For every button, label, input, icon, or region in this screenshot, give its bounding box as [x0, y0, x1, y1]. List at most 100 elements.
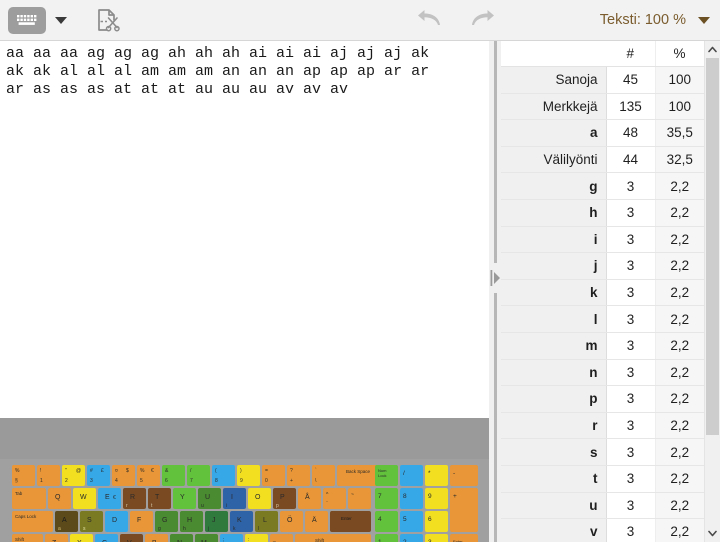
document-scissors-icon	[98, 9, 120, 32]
table-body: Sanoja 45 100 Merkkejä 135 100 a 48 35,5 Välilyön…	[501, 66, 704, 542]
table-row[interactable]: a 48 35,5	[501, 119, 704, 147]
table-row[interactable]: r 3 2,2	[501, 412, 704, 440]
row-percent: 2,2	[655, 332, 704, 360]
row-label: t	[501, 465, 607, 493]
keyboard-dropdown-arrow[interactable]	[55, 16, 67, 24]
svg-text:@: @	[76, 468, 81, 474]
table-row[interactable]: p 3 2,2	[501, 385, 704, 413]
triangle-right-icon	[490, 270, 500, 286]
svg-text:~: ~	[351, 492, 354, 498]
column-header-percent[interactable]: %	[655, 41, 705, 67]
svg-text:3: 3	[90, 478, 93, 484]
clip-text-button[interactable]	[91, 3, 125, 37]
svg-text:S: S	[87, 517, 92, 524]
svg-text:9: 9	[428, 493, 432, 500]
pane-splitter[interactable]	[489, 41, 501, 542]
statistics-pane: # % Sanoja 45 100 Merkkejä 135 100 a 48 35,5 Väli…	[501, 41, 720, 542]
table-row[interactable]: m 3 2,2	[501, 332, 704, 360]
svg-text:7: 7	[378, 493, 382, 500]
scrollbar-thumb[interactable]	[706, 58, 719, 435]
svg-text:7: 7	[190, 478, 193, 484]
scrollbar-up-button[interactable]	[705, 41, 720, 58]
row-percent: 2,2	[655, 226, 704, 254]
row-count: 3	[606, 252, 656, 280]
row-percent: 2,2	[655, 438, 704, 466]
keyboard-heatmap-svg: %§ !1 " @2 # £3 ¤ $4 % €5 &6 /7 (8)9 =0…	[0, 459, 489, 542]
text-zoom-dropdown-arrow[interactable]	[698, 16, 710, 24]
table-row[interactable]: g 3 2,2	[501, 172, 704, 200]
table-row[interactable]: t 3 2,2	[501, 465, 704, 493]
svg-text:Enter: Enter	[341, 516, 352, 521]
row-count: 135	[606, 93, 656, 121]
scrollbar-down-button[interactable]	[705, 525, 720, 542]
svg-text:": "	[65, 468, 67, 474]
row-count: 3	[606, 332, 656, 360]
svg-text:£: £	[101, 468, 104, 474]
statistics-scrollbar[interactable]	[704, 41, 720, 542]
svg-text:E: E	[105, 494, 110, 501]
undo-button[interactable]	[413, 4, 447, 34]
table-header: # %	[501, 41, 705, 67]
text-zoom-label[interactable]: Teksti: 100 %	[600, 12, 686, 28]
row-percent: 2,2	[655, 252, 704, 280]
table-row[interactable]: s 3 2,2	[501, 438, 704, 466]
row-count: 3	[606, 359, 656, 387]
table-row[interactable]: Sanoja 45 100	[501, 66, 704, 94]
svg-text:2: 2	[65, 478, 68, 484]
table-row[interactable]: k 3 2,2	[501, 279, 704, 307]
row-percent: 2,2	[655, 359, 704, 387]
row-percent: 2,2	[655, 279, 704, 307]
svg-text:i: i	[226, 503, 227, 509]
row-count: 48	[606, 119, 656, 147]
table-row[interactable]: n 3 2,2	[501, 359, 704, 387]
splitter-collapse-button[interactable]	[489, 263, 501, 293]
row-label: h	[501, 199, 607, 227]
table-row[interactable]: v 3 2,2	[501, 518, 704, 542]
row-label: r	[501, 412, 607, 440]
keyboard-icon	[14, 12, 40, 28]
svg-text:Q: Q	[55, 494, 61, 501]
keyboard-heatmap-image[interactable]: % § ! 1 " @2 # £3 ¤ $4 % €5 & 6 / 7 (8 …	[0, 459, 489, 542]
svg-text:R: R	[130, 494, 135, 501]
svg-text:€: €	[113, 495, 116, 501]
svg-text:l: l	[258, 526, 259, 532]
svg-text:6: 6	[428, 516, 432, 523]
table-row[interactable]: Merkkejä 135 100	[501, 93, 704, 121]
column-header-count[interactable]: #	[606, 41, 656, 67]
svg-text:0: 0	[265, 478, 268, 484]
row-count: 3	[606, 226, 656, 254]
svg-text:U: U	[205, 494, 210, 501]
svg-text:Å: Å	[305, 492, 310, 501]
row-percent: 2,2	[655, 385, 704, 413]
svg-text:6: 6	[165, 478, 168, 484]
column-header-label[interactable]	[501, 41, 606, 67]
toolbar-right-group: Teksti: 100 %	[600, 12, 720, 28]
table-row[interactable]: h 3 2,2	[501, 199, 704, 227]
left-pane: aa aa aa ag ag ag ah ah ah ai ai ai aj a…	[0, 41, 489, 542]
svg-text:?: ?	[290, 468, 293, 474]
toolbar-history-group	[413, 4, 499, 34]
svg-text:A: A	[62, 517, 67, 524]
table-row[interactable]: l 3 2,2	[501, 305, 704, 333]
svg-text:K: K	[237, 517, 242, 524]
svg-text:H: H	[187, 517, 192, 524]
svg-text::: :	[248, 537, 249, 542]
svg-text:I: I	[231, 494, 233, 501]
row-label: Sanoja	[501, 66, 607, 94]
redo-button[interactable]	[465, 4, 499, 34]
row-percent: 2,2	[655, 518, 704, 542]
table-row[interactable]: i 3 2,2	[501, 226, 704, 254]
toolbar-left-group	[0, 3, 125, 37]
text-editor[interactable]: aa aa aa ag ag ag ah ah ah ai ai ai aj a…	[0, 41, 489, 417]
keyboard-layout-button[interactable]	[8, 6, 46, 34]
svg-text:F: F	[137, 517, 141, 524]
table-row[interactable]: j 3 2,2	[501, 252, 704, 280]
row-count: 3	[606, 305, 656, 333]
svg-text:Shift: Shift	[15, 537, 25, 542]
table-row[interactable]: u 3 2,2	[501, 492, 704, 520]
row-label: m	[501, 332, 607, 360]
table-row[interactable]: Välilyönti 44 32,5	[501, 146, 704, 174]
svg-text:Ö: Ö	[287, 516, 293, 524]
row-label: s	[501, 438, 607, 466]
row-percent: 2,2	[655, 305, 704, 333]
